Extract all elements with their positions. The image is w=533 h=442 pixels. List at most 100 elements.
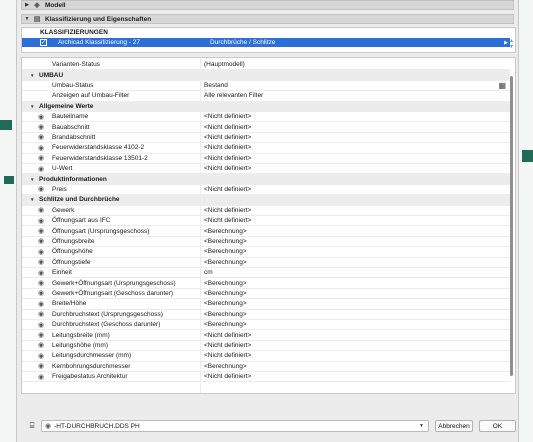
vertical-scrollbar[interactable] (510, 76, 513, 376)
property-row[interactable]: Anzeigen auf Umbau-Filter Alle relevanten… (22, 91, 510, 102)
property-row[interactable]: ◉ Breite/Höhe <Berechnung> (22, 299, 510, 310)
eye-icon[interactable]: ◉ (38, 269, 44, 277)
eye-icon[interactable]: ◉ (38, 352, 44, 360)
collapse-arrow-icon[interactable]: ▼ (30, 73, 34, 78)
property-value[interactable]: <Nicht definiert> (204, 373, 251, 380)
property-value[interactable]: <Nicht definiert> (204, 186, 251, 193)
property-row[interactable]: ◉ Gewerk <Nicht definiert> (22, 206, 510, 216)
eye-icon[interactable]: ◉ (38, 248, 44, 256)
grid-icon[interactable]: ▦ (498, 81, 506, 90)
eye-icon[interactable]: ◉ (38, 165, 44, 173)
property-row[interactable]: ◉ Brandabschnitt <Nicht definiert> (22, 133, 510, 144)
property-row[interactable]: ◉ Freigabestatus Architektur <Nicht defini… (22, 372, 510, 383)
section-modell[interactable]: ▶ ◈ Modell (21, 0, 514, 10)
property-row[interactable]: ◉ Leitungshöhe (mm) <Nicht definiert> (22, 341, 510, 352)
property-value[interactable]: <Berechnung> (204, 228, 247, 235)
eye-icon[interactable]: ◉ (38, 123, 44, 131)
eye-icon[interactable]: ◉ (38, 341, 44, 349)
property-value[interactable]: <Nicht definiert> (204, 207, 251, 214)
eye-icon[interactable]: ◉ (38, 373, 44, 381)
checkbox[interactable]: ✓ (40, 39, 47, 46)
eye-icon[interactable]: ◉ (38, 133, 44, 141)
property-group-header[interactable]: ▼ Allgemeine Werte (22, 101, 510, 112)
property-row[interactable]: ◉ Bauteilname <Nicht definiert> (22, 112, 510, 123)
property-row[interactable]: ◉ Feuerwiderstandsklasse 13501-2 <Nicht de… (22, 154, 510, 164)
property-group-header[interactable]: ▼ Produktinformationen (22, 174, 510, 185)
property-value[interactable]: <Berechnung> (204, 238, 247, 245)
property-row[interactable]: ◉ Bauabschnitt <Nicht definiert> (22, 122, 510, 133)
eye-icon[interactable]: ◉ (38, 300, 44, 308)
collapse-arrow-icon[interactable]: ▼ (22, 16, 32, 22)
property-row[interactable]: ◉ Öffnungsart (Ursprungsgeschoss) <Berechn… (22, 226, 510, 237)
eye-icon[interactable]: ◉ (38, 331, 44, 339)
chevron-right-icon[interactable]: ▶ (504, 40, 508, 46)
eye-icon[interactable]: ◉ (38, 289, 44, 297)
property-value[interactable]: <Nicht definiert> (204, 144, 251, 151)
eye-icon[interactable]: ◉ (38, 227, 44, 235)
property-row[interactable]: ◉ Öffnungstiefe <Berechnung> (22, 258, 510, 268)
property-value[interactable]: <Nicht definiert> (204, 342, 251, 349)
property-row[interactable]: ◉ Öffnungsbreite <Berechnung> (22, 237, 510, 248)
property-value[interactable]: Bestand (204, 82, 228, 89)
property-group-header[interactable]: ▼ UMBAU (22, 70, 510, 81)
favorites-icon[interactable]: ⌸ (24, 420, 40, 432)
eye-icon[interactable]: ◉ (38, 113, 44, 121)
eye-icon[interactable]: ◉ (38, 310, 44, 318)
property-value[interactable]: <Berechnung> (204, 248, 247, 255)
eye-icon[interactable]: ◉ (38, 321, 44, 329)
eye-icon[interactable]: ◉ (38, 279, 44, 287)
property-value[interactable]: <Berechnung> (204, 321, 247, 328)
favorites-dropdown[interactable]: ◉ -HT-DURCHBRUCH.DDS PH ▼ (41, 420, 429, 432)
eye-icon[interactable]: ◉ (38, 237, 44, 245)
property-value[interactable]: Alle relevanten Filter (204, 92, 263, 99)
eye-icon[interactable]: ◉ (38, 144, 44, 152)
property-value[interactable]: <Nicht definiert> (204, 217, 251, 224)
eye-icon[interactable]: ◉ (38, 154, 44, 162)
property-row[interactable]: ◉ Preis <Nicht definiert> (22, 185, 510, 196)
property-row[interactable]: ◉ Öffnungsart aus IFC <Nicht definiert> (22, 216, 510, 227)
property-value[interactable]: <Nicht definiert> (204, 134, 251, 141)
property-value[interactable]: (Hauptmodell) (204, 61, 245, 68)
eye-icon[interactable]: ◉ (38, 185, 44, 193)
property-row[interactable]: ◉ Feuerwiderstandsklasse 4102-2 <Nicht def… (22, 143, 510, 154)
property-value[interactable]: <Nicht definiert> (204, 113, 251, 120)
classification-value[interactable]: Durchbrüche / Schlitze (210, 39, 275, 46)
property-value[interactable]: <Nicht definiert> (204, 352, 251, 359)
collapse-arrow-icon[interactable]: ▼ (30, 104, 34, 109)
expand-arrow-icon[interactable]: ▶ (22, 2, 32, 8)
property-value[interactable]: cm (204, 269, 213, 276)
property-row[interactable]: ◉ Öffnungshöhe <Berechnung> (22, 247, 510, 258)
ok-button[interactable]: OK (479, 420, 516, 432)
property-value[interactable]: <Berechnung> (204, 363, 247, 370)
section-klassifizierung[interactable]: ▼ ▤ Klassifizierung und Eigenschaften (21, 14, 514, 24)
property-row[interactable]: ◉ Gewerk+Öffnungsart (Geschoss darunter) <… (22, 289, 510, 300)
property-value[interactable]: <Berechnung> (204, 280, 247, 287)
property-row[interactable]: Varianten-Status (Hauptmodell) (22, 60, 510, 71)
eye-icon[interactable]: ◉ (38, 362, 44, 370)
property-value[interactable]: <Berechnung> (204, 311, 247, 318)
property-value[interactable]: <Berechnung> (204, 259, 247, 266)
eye-icon[interactable]: ◉ (38, 258, 44, 266)
property-row[interactable]: ◉ Leitungsdurchmesser (mm) <Nicht definier… (22, 351, 510, 362)
property-row[interactable]: ◉ Durchbruchstext (Ursprungsgeschoss) <Ber… (22, 310, 510, 320)
property-row[interactable]: ◉ Gewerk+Öffnungsart (Ursprungsgeschoss) <… (22, 278, 510, 289)
property-value[interactable]: <Berechnung> (204, 300, 247, 307)
property-row[interactable]: ◉ Kernbohrungsdurchmesser <Berechnung> (22, 362, 510, 372)
property-value[interactable]: <Nicht definiert> (204, 332, 251, 339)
property-row[interactable]: Umbau-Status Bestand ▦ (22, 81, 510, 92)
eye-icon[interactable]: ◉ (38, 206, 44, 214)
property-value[interactable]: <Nicht definiert> (204, 165, 251, 172)
cancel-button[interactable]: Abbrechen (435, 420, 473, 432)
scroll-arrows-icon[interactable]: ▲ ▼ (509, 38, 514, 50)
collapse-arrow-icon[interactable]: ▼ (30, 197, 34, 202)
property-group-header[interactable]: ▼ Schlitze und Durchbrüche (22, 195, 510, 206)
eye-icon[interactable]: ◉ (38, 217, 44, 225)
property-row[interactable]: ◉ U-Wert <Nicht definiert> (22, 164, 510, 175)
collapse-arrow-icon[interactable]: ▼ (30, 177, 34, 182)
property-value[interactable]: <Berechnung> (204, 290, 247, 297)
property-row[interactable]: ◉ Einheit cm (22, 268, 510, 279)
property-value[interactable]: <Nicht definiert> (204, 124, 251, 131)
classification-row-selected[interactable]: ✓ Archicad Klassifizierung - 27 Durchbrü… (22, 38, 510, 47)
property-row[interactable]: ◉ Leitungsbreite (mm) <Nicht definiert> (22, 330, 510, 341)
property-value[interactable]: <Nicht definiert> (204, 155, 251, 162)
